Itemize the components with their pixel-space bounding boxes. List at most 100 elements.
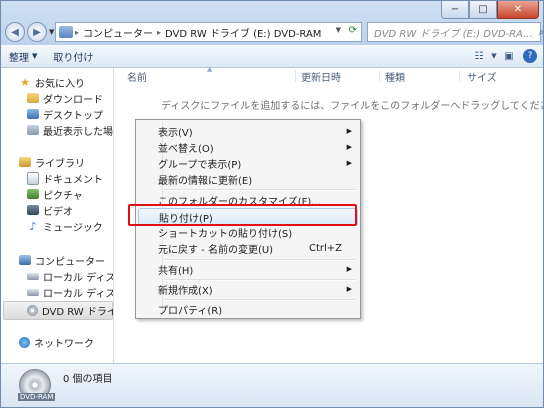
nav-label: ミュージック	[43, 222, 103, 234]
menu-item-label: プロパティ(R)	[158, 305, 223, 317]
refresh-icon[interactable]: ⟳	[349, 25, 357, 36]
explorer-window: − □ ✕ ◀ ▶ ▼ ▸ コンピューター ▸ DVD RW ドライブ (E:)…	[0, 0, 544, 408]
preview-pane-icon[interactable]: ▣	[499, 47, 519, 65]
menu-item-sort[interactable]: 並べ替え(O) ▶	[138, 139, 358, 155]
back-button[interactable]: ◀	[5, 22, 25, 42]
menu-item-undo-rename[interactable]: 元に戻す - 名前の変更(U) Ctrl+Z	[138, 240, 358, 256]
column-separator[interactable]	[295, 70, 296, 82]
help-icon[interactable]: ?	[523, 49, 537, 63]
sort-arrow-icon: ▲	[207, 65, 213, 73]
minimize-button[interactable]: −	[441, 1, 469, 19]
paste-toolbar-button[interactable]: 取り付け	[45, 46, 101, 66]
column-header-size[interactable]: サイズ	[467, 68, 497, 84]
menu-item-label: 表示(V)	[158, 127, 193, 139]
star-icon: ★	[20, 75, 30, 89]
nav-label: ピクチャ	[43, 190, 83, 202]
nav-local-disk-d[interactable]: ローカル ディスク	[27, 284, 113, 300]
nav-label: コンピューター	[35, 256, 105, 268]
drive-label: DVD-RAM	[18, 393, 56, 401]
menu-item-new[interactable]: 新規作成(X) ▶	[138, 281, 358, 297]
nav-libraries[interactable]: ライブラリ	[19, 154, 85, 170]
submenu-arrow-icon: ▶	[346, 127, 352, 135]
column-separator[interactable]	[379, 70, 380, 82]
menu-item-label: 最新の情報に更新(E)	[158, 175, 253, 187]
column-header-name[interactable]: 名前	[127, 68, 147, 84]
nav-dvd-drive[interactable]: DVD RW ドライブ	[27, 302, 113, 318]
address-bar[interactable]: ▸ コンピューター ▸ DVD RW ドライブ (E:) DVD-RAM ▼ ⟳	[55, 22, 362, 42]
dvd-disc-icon	[27, 304, 38, 316]
nav-favorites[interactable]: ★ お気に入り	[19, 74, 85, 90]
nav-label: ネットワーク	[34, 338, 94, 350]
search-input[interactable]: DVD RW ドライブ (E:) DVD-RA...	[368, 25, 533, 40]
breadcrumb-separator[interactable]: ▸	[75, 28, 79, 37]
libraries-icon	[19, 157, 31, 167]
desktop-icon	[27, 109, 39, 119]
network-icon	[19, 336, 30, 348]
nav-label: ビデオ	[43, 206, 73, 218]
maximize-button[interactable]: □	[469, 1, 497, 19]
address-dropdown-icon[interactable]: ▼	[336, 26, 341, 34]
nav-recent-places[interactable]: 最近表示した場所	[27, 122, 113, 138]
column-header-modified[interactable]: 更新日時	[301, 68, 341, 84]
submenu-arrow-icon: ▶	[346, 265, 352, 273]
recent-places-icon	[27, 125, 39, 135]
nav-network[interactable]: ネットワーク	[19, 334, 94, 350]
videos-icon	[27, 205, 39, 215]
search-icon: ⌕	[538, 26, 544, 38]
breadcrumb-separator[interactable]: ▸	[157, 28, 161, 37]
nav-label: DVD RW ドライブ	[42, 306, 113, 318]
organize-label: 整理	[9, 52, 29, 64]
back-arrow-icon: ◀	[11, 26, 19, 38]
menu-item-properties[interactable]: プロパティ(R)	[138, 301, 358, 317]
nav-label: ダウンロード	[43, 94, 103, 106]
nav-desktop[interactable]: デスクトップ	[27, 106, 103, 122]
window-frame: − □ ✕ ◀ ▶ ▼ ▸ コンピューター ▸ DVD RW ドライブ (E:)…	[1, 1, 543, 45]
nav-music[interactable]: ♪ ミュージック	[27, 218, 103, 234]
nav-label: デスクトップ	[43, 110, 103, 122]
nav-videos[interactable]: ビデオ	[27, 202, 73, 218]
menu-item-label: 共有(H)	[158, 265, 194, 277]
column-header-type[interactable]: 種類	[385, 68, 405, 84]
menu-separator	[164, 189, 356, 191]
nav-label: 最近表示した場所	[43, 126, 113, 138]
nav-downloads[interactable]: ダウンロード	[27, 90, 103, 106]
breadcrumb-dvd-drive[interactable]: DVD RW ドライブ (E:) DVD-RAM	[165, 25, 321, 40]
submenu-arrow-icon: ▶	[346, 159, 352, 167]
toolbar-right: ☷ ▼ ▣ ?	[469, 47, 537, 65]
view-options-icon[interactable]: ☷	[469, 47, 489, 65]
forward-button[interactable]: ▶	[27, 22, 47, 42]
menu-item-label: 新規作成(X)	[158, 285, 213, 297]
navigation-buttons: ◀ ▶ ▼	[5, 21, 58, 43]
chevron-down-icon: ▼	[32, 52, 38, 60]
highlight-annotation-box	[128, 204, 357, 226]
menu-item-group[interactable]: グループで表示(P) ▶	[138, 155, 358, 171]
menu-item-refresh[interactable]: 最新の情報に更新(E)	[138, 171, 358, 187]
recent-pages-dropdown-icon[interactable]: ▼	[49, 28, 54, 36]
nav-label: お気に入り	[35, 78, 85, 90]
menu-item-view[interactable]: 表示(V) ▶	[138, 123, 358, 139]
nav-pictures[interactable]: ピクチャ	[27, 186, 83, 202]
organize-button[interactable]: 整理 ▼	[1, 46, 45, 66]
nav-label: ライブラリ	[35, 158, 85, 170]
column-separator[interactable]	[459, 70, 460, 82]
nav-label: ローカル ディスク	[43, 272, 113, 284]
caption-buttons: − □ ✕	[441, 1, 539, 19]
nav-computer[interactable]: コンピューター	[19, 252, 105, 268]
nav-label: ドキュメント	[43, 174, 103, 186]
nav-documents[interactable]: ドキュメント	[27, 170, 103, 186]
view-dropdown-icon[interactable]: ▼	[489, 47, 499, 65]
search-box[interactable]: DVD RW ドライブ (E:) DVD-RA... ⌕	[367, 22, 544, 42]
details-pane: DVD-RAM 0 個の項目	[1, 363, 543, 407]
menu-item-paste-shortcut[interactable]: ショートカットの貼り付け(S)	[138, 224, 358, 240]
music-note-icon: ♪	[29, 219, 37, 233]
computer-icon	[19, 255, 31, 265]
submenu-arrow-icon: ▶	[346, 143, 352, 151]
menu-item-share[interactable]: 共有(H) ▶	[138, 261, 358, 277]
navigation-pane: ★ お気に入り ダウンロード デスクトップ 最近表示した場所 ライブラリ ドキュ…	[1, 68, 114, 363]
breadcrumb-computer[interactable]: コンピューター	[83, 25, 153, 40]
close-button[interactable]: ✕	[497, 1, 539, 19]
nav-local-disk-c[interactable]: ローカル ディスク	[27, 268, 113, 284]
paste-toolbar-label: 取り付け	[53, 52, 94, 64]
downloads-folder-icon	[27, 93, 39, 103]
submenu-arrow-icon: ▶	[346, 285, 352, 293]
